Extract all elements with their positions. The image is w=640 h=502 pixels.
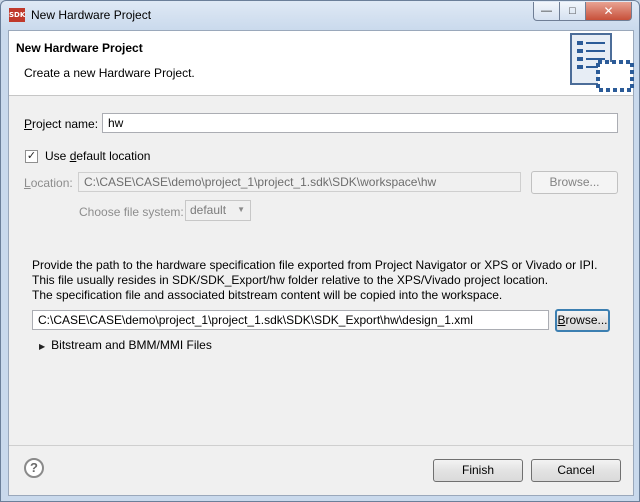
project-name-label: Project name:	[24, 117, 99, 131]
use-default-location-checkbox[interactable]: ✓	[25, 150, 38, 163]
sdk-app-icon: SDK	[9, 8, 25, 22]
file-system-select[interactable]: default ▼	[185, 200, 251, 221]
close-button[interactable]: ✕	[585, 2, 632, 21]
window-title: New Hardware Project	[31, 8, 152, 22]
spec-instruction-line: Provide the path to the hardware specifi…	[32, 258, 598, 272]
footer-separator	[9, 445, 633, 446]
wizard-banner: New Hardware Project Create a new Hardwa…	[9, 31, 634, 96]
banner-title: New Hardware Project	[16, 41, 143, 55]
bitstream-section-label: Bitstream and BMM/MMI Files	[51, 338, 212, 352]
banner-description: Create a new Hardware Project.	[24, 66, 195, 80]
wizard-document-icon	[570, 33, 634, 92]
chevron-down-icon: ▼	[237, 205, 245, 214]
location-browse-button[interactable]: Browse...	[531, 171, 618, 194]
cancel-button[interactable]: Cancel	[531, 459, 621, 482]
help-icon[interactable]: ?	[24, 458, 44, 478]
minimize-button[interactable]: —	[533, 2, 560, 21]
use-default-location-label: Use default location	[45, 149, 151, 163]
project-name-input[interactable]: hw	[102, 113, 618, 133]
spec-instruction-line: This file usually resides in SDK/SDK_Exp…	[32, 273, 549, 287]
spec-instruction-line: The specification file and associated bi…	[32, 288, 503, 302]
location-input[interactable]: C:\CASE\CASE\demo\project_1\project_1.sd…	[78, 172, 521, 192]
finish-button[interactable]: Finish	[433, 459, 523, 482]
title-bar[interactable]: SDK New Hardware Project — □ ✕	[1, 1, 639, 30]
file-system-label: Choose file system:	[79, 205, 184, 219]
bitstream-section-toggle[interactable]: ▶ Bitstream and BMM/MMI Files	[39, 338, 212, 352]
dialog-client-area: New Hardware Project Create a new Hardwa…	[8, 30, 634, 496]
spec-instructions: Provide the path to the hardware specifi…	[32, 258, 597, 303]
hardware-spec-browse-button[interactable]: Browse...	[555, 309, 610, 332]
maximize-button[interactable]: □	[559, 2, 586, 21]
location-label: Location:	[24, 176, 73, 190]
triangle-right-icon: ▶	[39, 342, 46, 351]
dialog-window: SDK New Hardware Project — □ ✕ New Hardw…	[0, 0, 640, 502]
hardware-spec-path-input[interactable]: C:\CASE\CASE\demo\project_1\project_1.sd…	[32, 310, 549, 330]
